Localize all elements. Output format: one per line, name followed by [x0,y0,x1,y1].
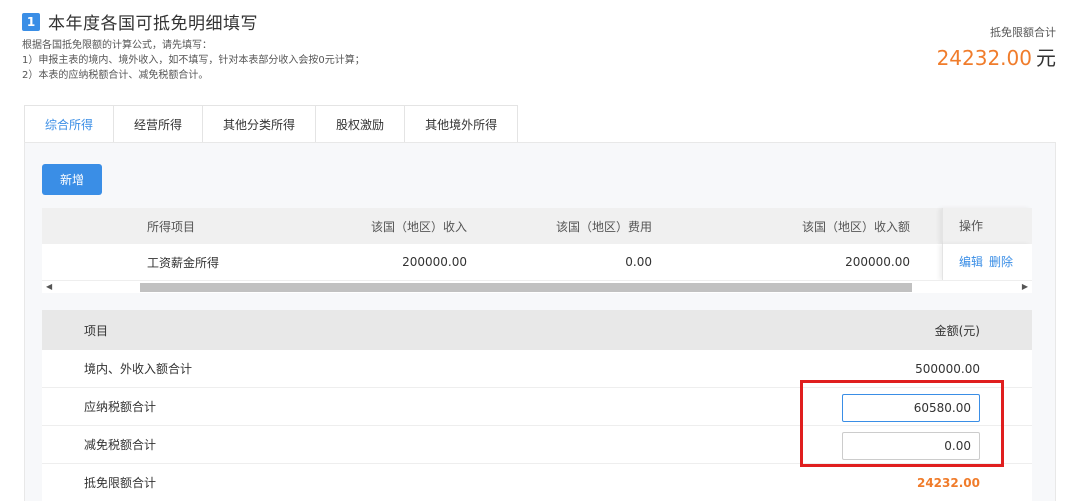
tab-comprehensive-income[interactable]: 综合所得 [25,106,115,144]
row-label: 减免税额合计 [84,438,157,452]
credit-limit-value: 24232.00 [916,475,980,490]
col-amount: 金额(元) [934,323,980,338]
row-label: 应纳税额合计 [84,400,157,414]
cell-item: 工资薪金所得 [147,255,220,270]
edit-link[interactable]: 编辑 [959,255,983,269]
instruction-line: 2）本表的应纳税额合计、减免税额合计。 [22,70,209,81]
scroll-right-icon[interactable]: ▶ [1022,282,1028,291]
row-tax-relief: 减免税额合计 [42,426,1032,464]
cell-operation: 编辑 删除 [942,244,1032,280]
tab-other-category-income[interactable]: 其他分类所得 [203,106,317,144]
total-value: 24232.00 元 [937,42,1056,71]
scrollbar-thumb[interactable] [140,283,912,292]
summary-table: 项目 金额(元) 境内、外收入额合计 500000.00 应纳税额合计 减免税额… [42,310,1032,501]
col-fee: 该国（地区）费用 [555,219,652,234]
cell-income: 200000.00 [402,255,467,269]
row-label: 境内、外收入额合计 [84,362,193,376]
instructions: 根据各国抵免限额的计算公式，请先填写： 1）申报主表的境内、境外收入，如不填写，… [22,38,365,83]
col-amount: 该国（地区）收入额 [801,219,910,234]
tab-equity-incentive[interactable]: 股权激励 [316,106,406,144]
tax-payable-input[interactable] [842,394,980,422]
credit-limit-total: 抵免限额合计 24232.00 元 [937,24,1056,71]
row-tax-payable: 应纳税额合计 [42,388,1032,426]
tax-relief-input[interactable] [842,432,980,460]
col-item: 项目 [84,323,109,338]
cell-amount: 200000.00 [845,255,910,269]
page-title: 本年度各国可抵免明细填写 [48,14,258,34]
scroll-left-icon[interactable]: ◀ [46,282,52,291]
table-header: 所得项目 该国（地区）收入 该国（地区）费用 该国（地区）收入额 操作 [42,208,1032,244]
tab-other-foreign-income[interactable]: 其他境外所得 [405,106,517,144]
page: 1 本年度各国可抵免明细填写 根据各国抵免限额的计算公式，请先填写： 1）申报主… [0,0,1080,501]
row-label: 抵免限额合计 [84,476,157,490]
col-income: 该国（地区）收入 [370,219,467,234]
col-operation: 操作 [942,208,1032,244]
row-credit-limit: 抵免限额合计 24232.00 [42,464,1032,501]
total-amount: 24232.00 [936,46,1032,70]
instruction-line: 1）申报主表的境内、境外收入，如不填写，针对本表部分收入会按0元计算； [22,55,365,66]
step-badge: 1 [22,12,40,31]
row-value: 500000.00 [915,361,980,376]
summary-header: 项目 金额(元) [42,310,1032,350]
instruction-line: 根据各国抵免限额的计算公式，请先填写： [22,40,212,51]
delete-link[interactable]: 删除 [989,255,1013,269]
section-title-row: 1 本年度各国可抵免明细填写 [22,9,258,34]
table-row: 工资薪金所得 200000.00 0.00 200000.00 编辑 删除 [42,244,1032,280]
cell-fee: 0.00 [625,255,652,269]
tab-business-income[interactable]: 经营所得 [114,106,204,144]
add-button[interactable]: 新增 [42,164,102,195]
income-table: 所得项目 该国（地区）收入 该国（地区）费用 该国（地区）收入额 操作 工资薪金… [42,208,1032,280]
total-unit: 元 [1036,46,1056,70]
income-type-tabs: 综合所得 经营所得 其他分类所得 股权激励 其他境外所得 [24,105,519,144]
total-label: 抵免限额合计 [990,26,1056,39]
horizontal-scrollbar[interactable]: ◀ ▶ [42,280,1032,293]
col-item: 所得项目 [147,219,196,234]
row-total-income: 境内、外收入额合计 500000.00 [42,350,1032,388]
